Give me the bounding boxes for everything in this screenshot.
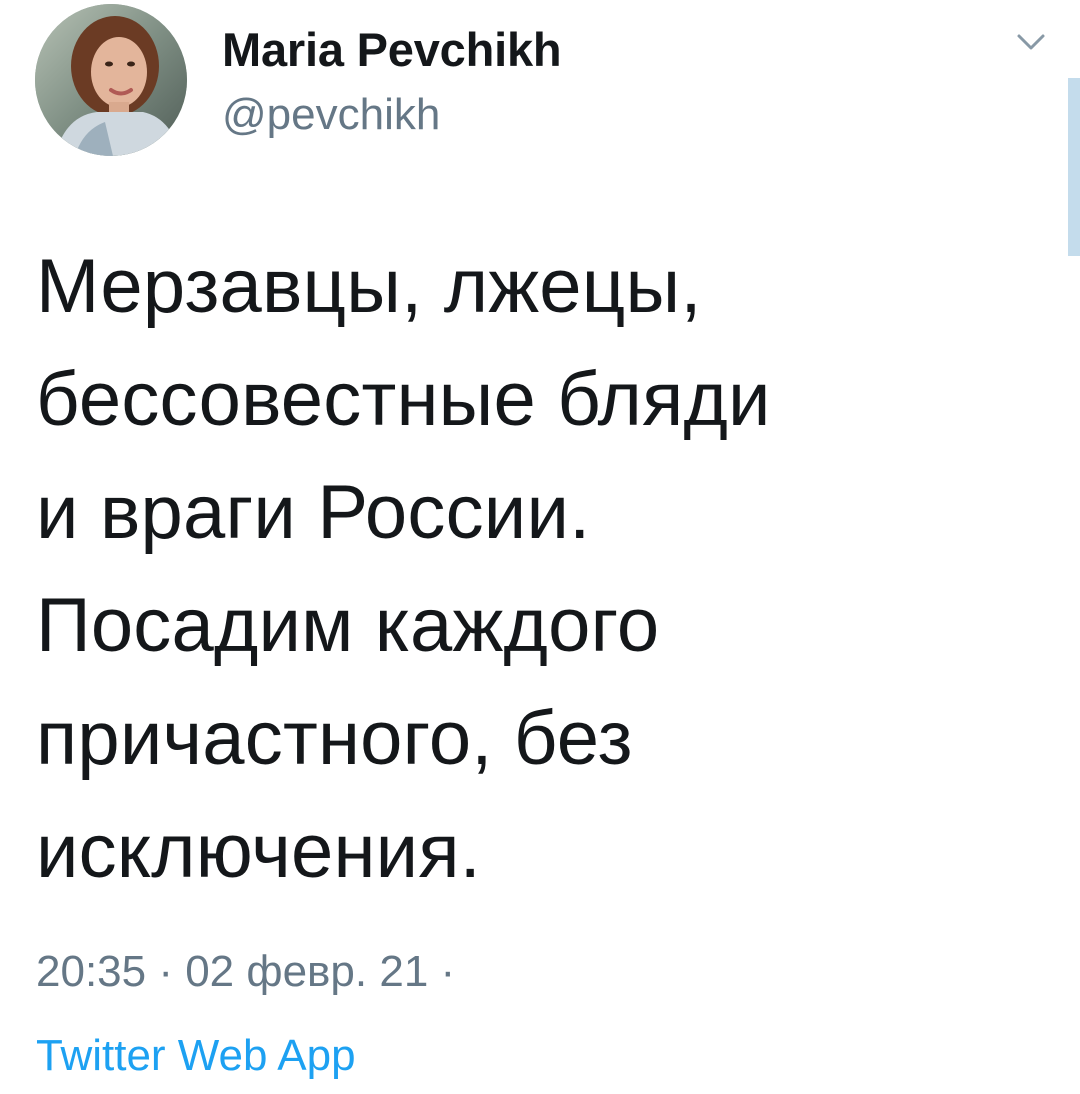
tweet-source-link[interactable]: Twitter Web App [36,1028,356,1084]
display-name[interactable]: Maria Pevchikh [222,22,562,78]
user-handle[interactable]: @pevchikh [222,88,440,142]
tweet-text: Мерзавцы, лжецы, бессовестные бляди и вр… [36,244,771,894]
scrollbar[interactable] [1068,78,1080,256]
tweet-card: Maria Pevchikh @pevchikh Мерзавцы, лжецы… [0,0,1080,1094]
avatar[interactable] [35,4,187,156]
profile-photo [35,4,187,156]
tweet-timestamp[interactable]: 20:35 · 02 февр. 21 · [36,944,455,1000]
chevron-down-icon[interactable] [1013,30,1049,56]
